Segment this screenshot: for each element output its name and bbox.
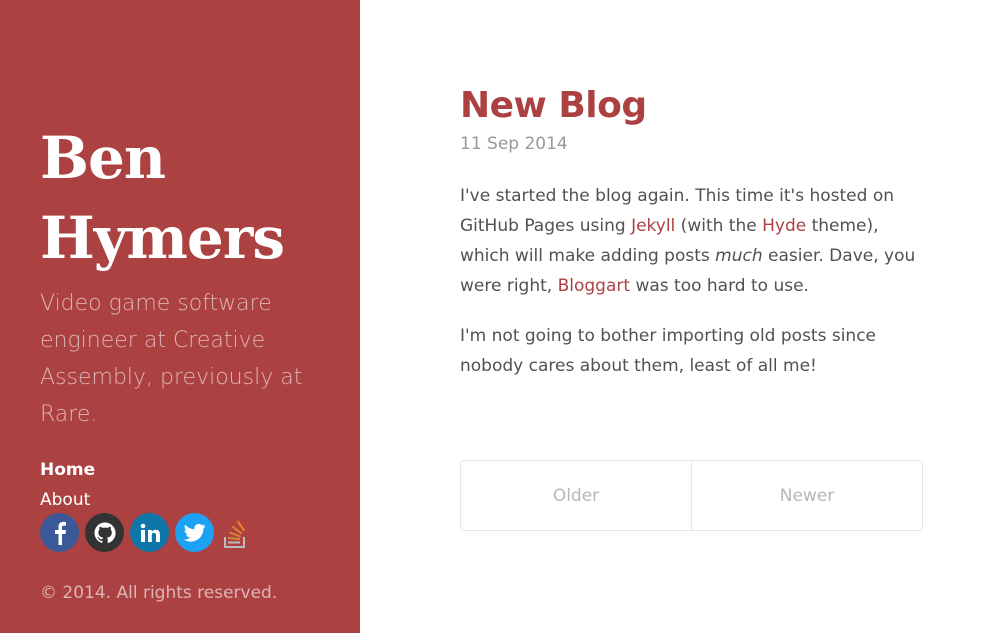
facebook-icon[interactable] — [40, 513, 79, 552]
post-paragraph: I've started the blog again. This time i… — [460, 181, 923, 301]
hyde-link[interactable]: Hyde — [762, 216, 806, 236]
site-description: Video game software engineer at Creative… — [40, 291, 303, 427]
sidebar-nav: Home About — [40, 455, 95, 515]
site-title-line1[interactable]: Ben — [40, 118, 284, 198]
social-links — [40, 513, 252, 552]
older-button[interactable]: Older — [461, 461, 691, 530]
pagination: Older Newer — [460, 460, 923, 531]
post-date: 11 Sep 2014 — [460, 134, 568, 154]
linkedin-icon[interactable] — [130, 513, 169, 552]
bloggart-link[interactable]: Bloggart — [558, 276, 630, 296]
post-title[interactable]: New Blog — [460, 82, 923, 130]
sidebar: Ben Hymers Video game software engineer … — [0, 0, 360, 633]
site-title-line2[interactable]: Hymers — [40, 198, 285, 278]
copyright: © 2014. All rights reserved. — [40, 583, 278, 603]
github-icon[interactable] — [85, 513, 124, 552]
site-title[interactable]: Ben Hymers — [40, 118, 285, 278]
emphasis-text: much — [715, 246, 763, 266]
post-paragraph: I'm not going to bother importing old po… — [460, 326, 877, 376]
post: New Blog 11 Sep 2014 I've started the bl… — [460, 82, 923, 381]
jekyll-link[interactable]: Jekyll — [631, 216, 675, 236]
nav-item-about[interactable]: About — [40, 485, 95, 515]
nav-item-home[interactable]: Home — [40, 455, 95, 485]
twitter-icon[interactable] — [175, 513, 214, 552]
post-body: I've started the blog again. This time i… — [460, 181, 923, 381]
post-text: was too hard to use. — [630, 276, 809, 296]
post-text: (with the — [675, 216, 763, 236]
newer-button[interactable]: Newer — [691, 461, 922, 530]
stackoverflow-icon[interactable] — [220, 513, 252, 552]
